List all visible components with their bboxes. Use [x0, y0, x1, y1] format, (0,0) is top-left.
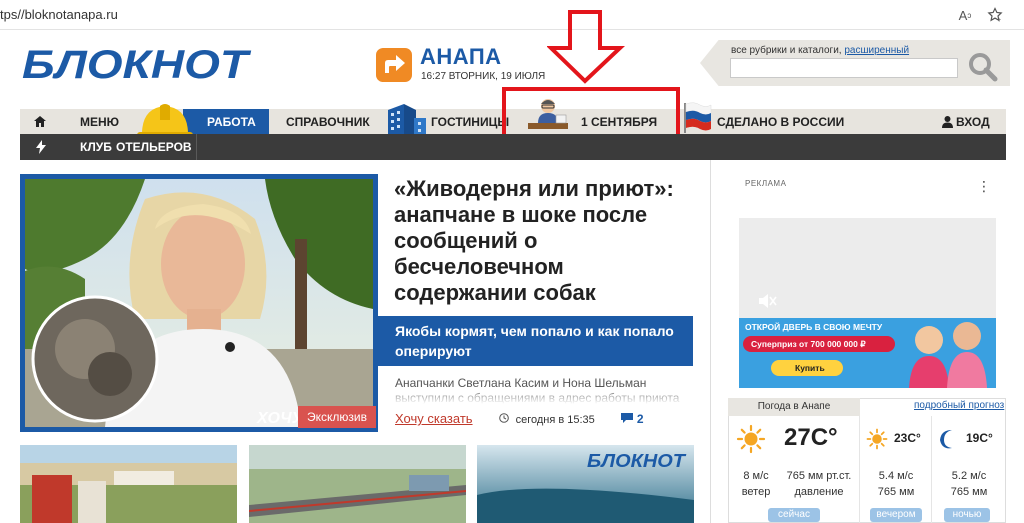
clock-icon: [499, 413, 510, 423]
news-meta: Хочу сказать сегодня в 15:35 2: [395, 411, 644, 426]
main-news-subtitle[interactable]: Якобы кормят, чем попало и как попало оп…: [377, 316, 693, 366]
lightning-icon[interactable]: [20, 134, 62, 160]
search-hint: все рубрики и каталоги, расширенный: [731, 45, 910, 56]
main-news-image[interactable]: ХОЧУ: [20, 174, 378, 432]
news-thumbnail[interactable]: БЛОКНОТ: [477, 445, 694, 523]
pill-night[interactable]: ночью: [944, 508, 990, 522]
wind-label: ветер: [741, 486, 771, 498]
city-arrow-icon: [376, 48, 412, 82]
news-thumbnail[interactable]: [249, 445, 466, 523]
pill-evening[interactable]: вечером: [870, 508, 922, 522]
ad-headline: ОТКРОЙ ДВЕРЬ В СВОЮ МЕЧТУ: [745, 321, 883, 332]
nav-divider: [196, 134, 197, 160]
wind-now: 8 м/с: [743, 470, 769, 482]
weather-title: Погода в Анапе: [728, 398, 860, 416]
text-fade: [395, 390, 691, 404]
more-options-icon[interactable]: ⋮: [977, 178, 991, 195]
site-logo[interactable]: БЛОКНОТ: [20, 43, 252, 89]
news-thumbnail[interactable]: [20, 445, 237, 523]
ad-video[interactable]: ОТКРОЙ ДВЕРЬ В СВОЮ МЕЧТУ Суперприз от 7…: [739, 218, 996, 388]
annotation-arrow-icon: [546, 10, 626, 89]
user-icon: [942, 116, 953, 128]
favorites-icon[interactable]: +: [985, 5, 1005, 25]
weather-night: 19С° 5.2 м/с 765 мм ночью: [932, 416, 1006, 523]
wind-evening: 5.4 м/с: [878, 470, 914, 482]
pressure-label: давление: [794, 486, 844, 498]
nav-item-login[interactable]: ВХОД: [940, 109, 990, 134]
search-input[interactable]: [730, 58, 958, 78]
temp-night: 19С°: [966, 431, 993, 445]
temp-now: 27С°: [784, 424, 838, 451]
weather-evening: 23С° 5.4 м/с 765 мм вечером: [860, 416, 932, 523]
nav-item-hoteliers[interactable]: ОТЕЛЬЕРОВ: [116, 134, 192, 160]
read-aloud-icon[interactable]: Aↄ: [955, 5, 975, 25]
pressure-night: 765 мм: [950, 486, 988, 498]
browser-address-bar: tps//bloknotanapa.ru Aↄ +: [0, 0, 1024, 30]
thumbnail-logo: БЛОКНОТ: [587, 451, 687, 471]
ad-button: Купить: [795, 363, 825, 373]
comments-count[interactable]: 2: [637, 412, 644, 426]
nav-item-made-in-russia[interactable]: СДЕЛАНО В РОССИИ: [717, 109, 844, 134]
nav-item-directory[interactable]: СПРАВОЧНИК: [286, 109, 370, 134]
logo-text: БЛОКНОТ: [22, 44, 252, 84]
pressure-now: 765 мм рт.ст.: [786, 470, 852, 482]
ad-label: РЕКЛАМА: [745, 179, 787, 188]
moon-icon: [940, 430, 952, 449]
city-name[interactable]: АНАПА: [420, 44, 502, 70]
news-time: сегодня в 15:35: [515, 414, 595, 426]
want-to-say-link[interactable]: Хочу сказать: [395, 411, 473, 426]
comments-icon[interactable]: [621, 413, 634, 423]
wind-night: 5.2 м/с: [951, 470, 987, 482]
advanced-search-link[interactable]: расширенный: [844, 45, 909, 56]
secondary-nav: КЛУБ ОТЕЛЬЕРОВ: [20, 134, 1006, 160]
url-field[interactable]: tps//bloknotanapa.ru: [0, 7, 118, 22]
current-datetime: 16:27 ВТОРНИК, 19 ИЮЛЯ: [421, 71, 546, 82]
svg-text:+: +: [997, 17, 1001, 23]
pill-now[interactable]: сейчас: [768, 508, 820, 522]
image-caption: ХОЧУ: [256, 410, 304, 427]
pressure-evening: 765 мм: [877, 486, 915, 498]
temp-evening: 23С°: [894, 431, 921, 445]
nav-item-work[interactable]: РАБОТА: [183, 109, 269, 134]
sun-icon: [866, 428, 888, 450]
weather-now: 27С° 8 м/с ветер 765 мм рт.ст. давление …: [728, 416, 860, 523]
forecast-link[interactable]: подробный прогноз: [914, 400, 1004, 411]
home-icon[interactable]: [20, 109, 60, 134]
nav-item-menu[interactable]: МЕНЮ: [80, 109, 119, 134]
nav-item-club[interactable]: КЛУБ: [80, 134, 112, 160]
main-news-title[interactable]: «Живодерня или приют»: анапчане в шоке п…: [394, 176, 694, 306]
search-icon[interactable]: [968, 52, 998, 82]
exclusive-badge[interactable]: Эксклюзив: [298, 406, 376, 428]
russian-flag-icon: [682, 102, 712, 133]
sun-icon: [736, 424, 766, 454]
sidebar-divider: [710, 160, 711, 523]
ad-prize: Суперприз от 700 000 000 ₽: [751, 339, 866, 349]
nav-item-hotels[interactable]: ГОСТИНИЦЫ: [431, 109, 509, 134]
